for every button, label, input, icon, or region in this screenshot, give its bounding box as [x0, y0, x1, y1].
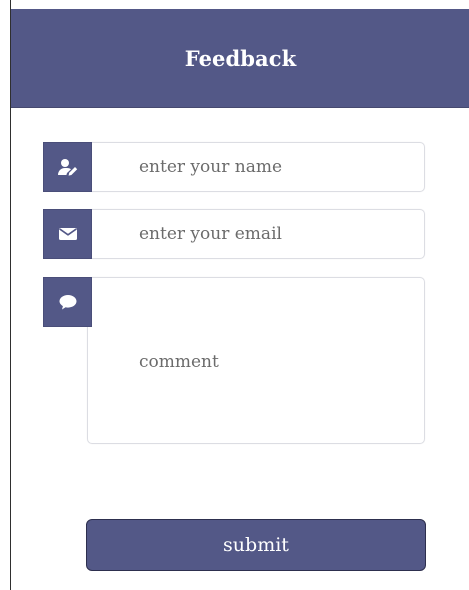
page-title: Feedback — [184, 45, 297, 71]
name-input-placeholder: enter your name — [139, 157, 283, 177]
comment-placeholder: comment — [139, 352, 219, 372]
email-input-placeholder: enter your email — [139, 224, 282, 244]
user-edit-icon — [43, 142, 92, 192]
email-input[interactable]: enter your email — [87, 209, 425, 259]
envelope-icon — [43, 209, 92, 259]
comment-textarea[interactable]: comment — [87, 277, 425, 444]
feedback-header: Feedback — [11, 9, 469, 108]
name-input[interactable]: enter your name — [87, 142, 425, 192]
submit-button[interactable]: submit — [86, 519, 426, 571]
chat-bubble-icon — [43, 277, 92, 327]
feedback-form-panel: Feedback enter your name enter your emai… — [10, 0, 469, 590]
